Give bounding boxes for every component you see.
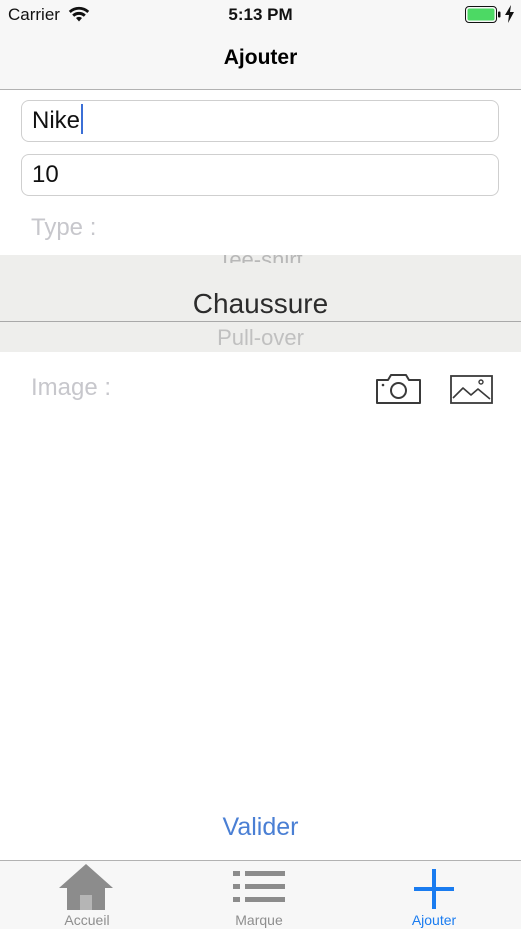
navigation-bar: Ajouter bbox=[0, 30, 521, 90]
quantity-field[interactable]: 10 bbox=[21, 154, 499, 196]
home-icon bbox=[59, 864, 113, 910]
tab-add[interactable]: Ajouter bbox=[347, 861, 521, 929]
name-field-value: Nike bbox=[32, 107, 81, 134]
camera-icon[interactable] bbox=[375, 373, 422, 405]
status-bar: Carrier 5:13 PM bbox=[0, 0, 521, 30]
clock: 5:13 PM bbox=[228, 5, 293, 24]
quantity-field-value: 10 bbox=[32, 161, 59, 188]
name-field[interactable]: Nike bbox=[21, 100, 499, 142]
tab-bar: Accueil Marque Ajouter bbox=[0, 860, 521, 929]
battery-icon bbox=[465, 6, 501, 23]
add-product-screen: Carrier 5:13 PM Ajouter Nike 10 Type : T… bbox=[0, 0, 521, 929]
list-icon bbox=[233, 871, 285, 902]
tab-home-label: Accueil bbox=[64, 912, 110, 928]
tab-home[interactable]: Accueil bbox=[0, 861, 174, 929]
charging-bolt-icon bbox=[505, 5, 514, 23]
submit-button[interactable]: Valider bbox=[0, 813, 521, 842]
tab-brand-label: Marque bbox=[235, 912, 283, 928]
image-label: Image : bbox=[31, 374, 112, 401]
page-title: Ajouter bbox=[223, 46, 298, 69]
tab-add-label: Ajouter bbox=[411, 912, 457, 928]
type-label: Type : bbox=[31, 214, 97, 241]
type-picker[interactable]: Tee-shirt Chaussure Pull-over bbox=[0, 255, 521, 352]
picker-option-below[interactable]: Pull-over bbox=[0, 319, 521, 352]
photo-library-icon[interactable] bbox=[450, 375, 493, 404]
tab-brand[interactable]: Marque bbox=[172, 861, 346, 929]
picker-option-above[interactable]: Tee-shirt bbox=[0, 255, 521, 263]
picker-option-selected[interactable]: Chaussure bbox=[0, 288, 521, 320]
plus-icon bbox=[414, 869, 454, 909]
text-cursor bbox=[81, 104, 84, 134]
